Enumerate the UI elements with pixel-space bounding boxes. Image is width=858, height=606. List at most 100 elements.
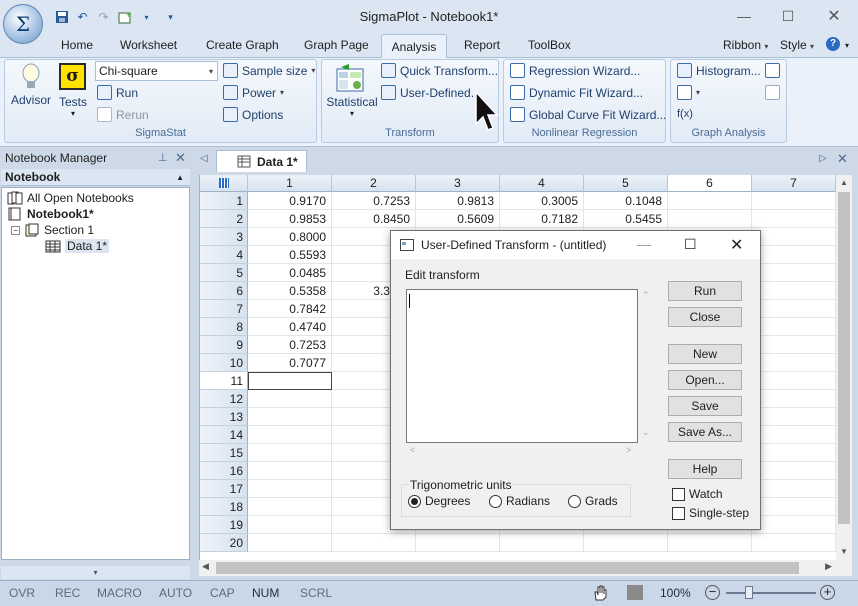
tree-item-notebook1[interactable]: Notebook1*: [7, 207, 94, 221]
sample-size-button[interactable]: Sample size ▾: [223, 63, 315, 78]
worksheet-cell[interactable]: [752, 462, 836, 480]
style-menu[interactable]: Style ▾: [780, 38, 814, 52]
worksheet-cell[interactable]: 0.7077: [248, 354, 332, 372]
worksheet-cell[interactable]: [752, 354, 836, 372]
column-header[interactable]: 2: [332, 175, 416, 192]
worksheet-cell[interactable]: 0.3005: [500, 192, 584, 210]
dialog-new-button[interactable]: New: [668, 344, 742, 364]
collapse-toggle-icon[interactable]: −: [11, 225, 20, 235]
worksheet-cell[interactable]: 0.9853: [248, 210, 332, 228]
row-header[interactable]: 12: [200, 390, 248, 408]
tests-button[interactable]: σ Tests ▾: [57, 63, 89, 121]
worksheet-cell[interactable]: 0.1048: [584, 192, 668, 210]
regression-wizard-button[interactable]: Regression Wizard...: [510, 63, 640, 78]
worksheet-cell[interactable]: [752, 210, 836, 228]
worksheet-cell[interactable]: [752, 336, 836, 354]
horizontal-scroll-thumb[interactable]: [216, 562, 799, 574]
user-defined-button[interactable]: User-Defined...: [381, 85, 481, 100]
dynamic-fit-button[interactable]: Dynamic Fit Wizard...: [510, 85, 643, 100]
radio-radians[interactable]: Radians: [489, 494, 550, 508]
worksheet-cell[interactable]: [500, 534, 584, 552]
row-header[interactable]: 11: [200, 372, 248, 390]
worksheet-cell[interactable]: [752, 516, 836, 534]
maximize-button[interactable]: ☐: [768, 6, 808, 26]
application-menu-button[interactable]: Σ: [3, 4, 43, 44]
worksheet-cell[interactable]: [752, 372, 836, 390]
tab-create-graph[interactable]: Create Graph: [206, 38, 279, 52]
worksheet-cell[interactable]: [752, 444, 836, 462]
dialog-open-button[interactable]: Open...: [668, 370, 742, 390]
vertical-scroll-thumb[interactable]: [838, 192, 850, 524]
worksheet-cell[interactable]: [248, 498, 332, 516]
rerun-button[interactable]: Rerun: [97, 107, 149, 122]
column-header[interactable]: 4: [500, 175, 584, 192]
statistical-button[interactable]: Statistical ▾: [326, 63, 378, 123]
editor-scroll-right-icon[interactable]: >: [626, 445, 631, 455]
zoom-slider[interactable]: [726, 592, 816, 594]
worksheet-cell[interactable]: [752, 408, 836, 426]
close-document-icon[interactable]: ✕: [837, 151, 848, 167]
test-select[interactable]: Chi-square ▾: [95, 61, 218, 81]
pan-hand-icon[interactable]: [592, 584, 608, 601]
column-header[interactable]: 6: [668, 175, 752, 192]
worksheet-cell[interactable]: 0.8000: [248, 228, 332, 246]
row-header[interactable]: 5: [200, 264, 248, 282]
scroll-down-icon[interactable]: ▾: [1, 566, 190, 579]
dialog-help-button[interactable]: Help: [668, 459, 742, 479]
worksheet-cell[interactable]: [416, 534, 500, 552]
worksheet-cell[interactable]: 0.4740: [248, 318, 332, 336]
collapse-icon[interactable]: ▲: [176, 173, 184, 182]
row-header[interactable]: 9: [200, 336, 248, 354]
worksheet-cell[interactable]: [248, 462, 332, 480]
column-header[interactable]: 3: [416, 175, 500, 192]
dialog-save-as-button[interactable]: Save As...: [668, 422, 742, 442]
worksheet-cell[interactable]: [668, 210, 752, 228]
row-header[interactable]: 7: [200, 300, 248, 318]
column-header[interactable]: 5: [584, 175, 668, 192]
worksheet-cell[interactable]: [752, 534, 836, 552]
radio-grads[interactable]: Grads: [568, 494, 618, 508]
tab-analysis[interactable]: Analysis: [381, 34, 447, 58]
transform-editor[interactable]: [406, 289, 638, 443]
fx-button[interactable]: f(x): [677, 108, 693, 120]
tab-scroll-right-icon[interactable]: ▷: [819, 153, 827, 164]
row-header[interactable]: 3: [200, 228, 248, 246]
graph-settings-icon[interactable]: [765, 85, 780, 100]
vertical-scrollbar[interactable]: ▲ ▼: [836, 175, 852, 560]
power-button[interactable]: Power ▾: [223, 85, 284, 100]
dialog-minimize-button[interactable]: —: [637, 236, 651, 252]
worksheet-cell[interactable]: [752, 426, 836, 444]
column-header[interactable]: 7: [752, 175, 836, 192]
worksheet-cell[interactable]: [668, 534, 752, 552]
tab-worksheet[interactable]: Worksheet: [120, 38, 177, 52]
dialog-maximize-button[interactable]: ☐: [684, 236, 697, 253]
tab-report[interactable]: Report: [464, 38, 500, 52]
worksheet-cell[interactable]: [248, 480, 332, 498]
help-icon[interactable]: ?: [826, 37, 840, 51]
worksheet-cell[interactable]: 0.7253: [332, 192, 416, 210]
notebook-scrollbar[interactable]: ▾: [1, 566, 190, 579]
row-header[interactable]: 20: [200, 534, 248, 552]
worksheet-cell[interactable]: [248, 408, 332, 426]
radio-degrees[interactable]: Degrees: [408, 494, 470, 508]
row-header[interactable]: 4: [200, 246, 248, 264]
pin-icon[interactable]: ⊥: [158, 151, 168, 164]
dialog-close-button[interactable]: ✕: [730, 235, 743, 255]
ribbon-menu[interactable]: Ribbon ▾: [723, 38, 768, 52]
tab-home[interactable]: Home: [61, 38, 93, 52]
worksheet-cell[interactable]: [752, 498, 836, 516]
worksheet-cell[interactable]: [752, 282, 836, 300]
text-format-icon[interactable]: [765, 63, 780, 78]
worksheet-cell[interactable]: [752, 480, 836, 498]
worksheet-cell[interactable]: [584, 534, 668, 552]
zoom-out-icon[interactable]: −: [705, 585, 720, 600]
zoom-slider-thumb[interactable]: [745, 586, 753, 599]
tab-scroll-left-icon[interactable]: ◁: [200, 153, 208, 164]
editor-scroll-down-icon[interactable]: ⌄: [642, 427, 650, 438]
worksheet-cell[interactable]: [752, 264, 836, 282]
row-header[interactable]: 14: [200, 426, 248, 444]
scroll-right-icon[interactable]: ▶: [825, 561, 832, 572]
worksheet-cell[interactable]: [752, 390, 836, 408]
editor-scroll-up-icon[interactable]: ⌃: [642, 290, 650, 301]
worksheet-cell[interactable]: [248, 372, 332, 390]
